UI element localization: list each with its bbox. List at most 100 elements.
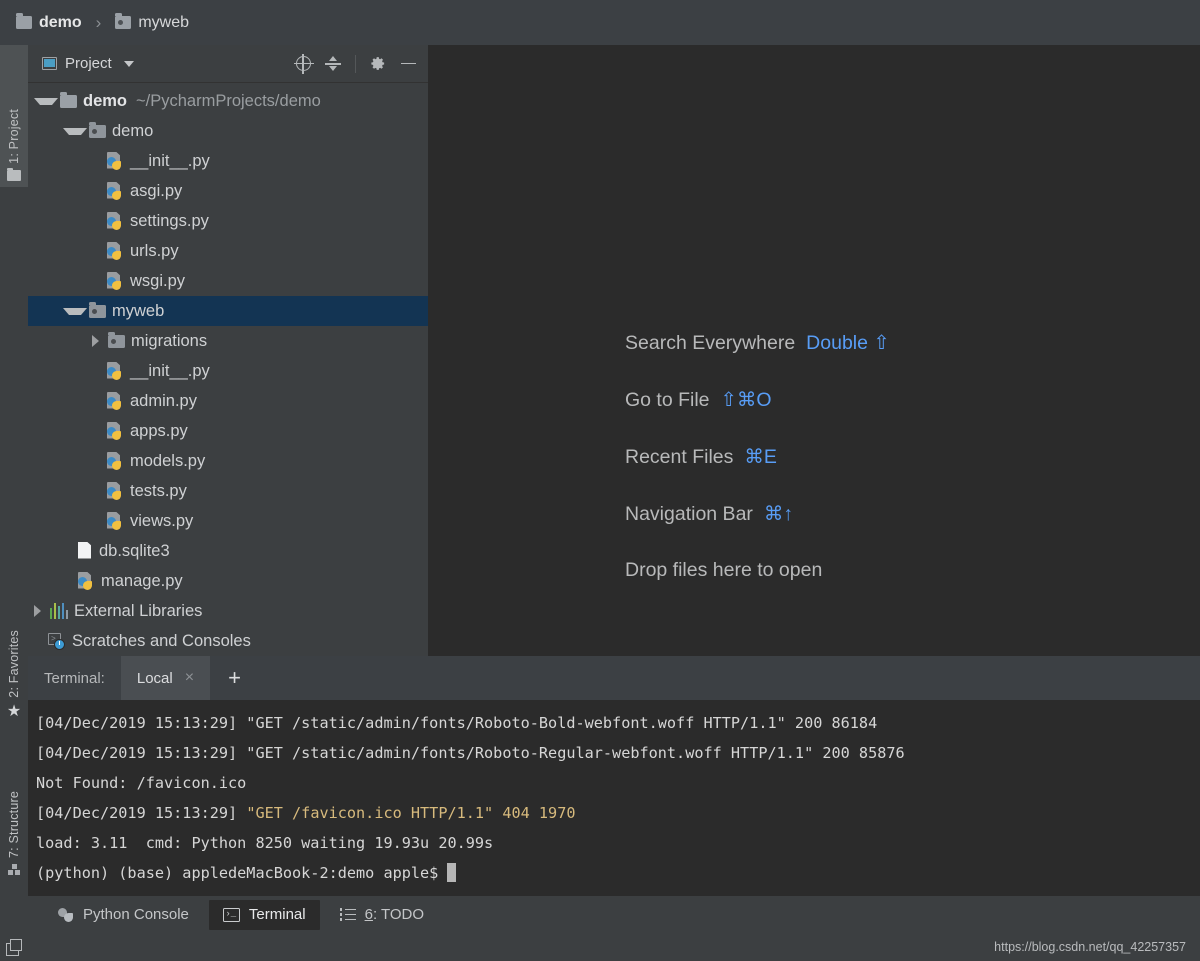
shortcut-keys: ⇧⌘O <box>721 388 772 412</box>
shortcut-label: Navigation Bar <box>625 503 753 526</box>
chevron-down-icon[interactable] <box>34 98 58 105</box>
tree-row[interactable]: db.sqlite3 <box>28 536 428 566</box>
structure-icon <box>8 864 21 875</box>
chevron-down-icon[interactable] <box>124 61 134 67</box>
tree-row-label: Scratches and Consoles <box>72 632 251 651</box>
tree-row[interactable]: > Scratches and Consoles <box>28 626 428 656</box>
collapse-all-button[interactable] <box>320 51 346 77</box>
tree-row[interactable]: wsgi.py <box>28 266 428 296</box>
python-file-icon <box>106 422 124 441</box>
tree-row-label: db.sqlite3 <box>99 542 170 561</box>
terminal-cursor <box>447 863 456 882</box>
tree-row[interactable]: asgi.py <box>28 176 428 206</box>
breadcrumb: demo › myweb <box>16 13 189 33</box>
terminal-text: Not Found: /favicon.ico <box>36 774 246 792</box>
project-view-selector[interactable]: Project <box>42 55 134 72</box>
tree-row-label: demo <box>83 92 127 111</box>
shortcut-hint-search-everywhere: Search Everywhere Double ⇧ <box>625 331 890 355</box>
breadcrumb-item-demo[interactable]: demo <box>39 14 82 32</box>
tree-row-label: asgi.py <box>130 182 182 201</box>
python-file-icon <box>106 392 124 411</box>
terminal-text: (python) (base) appledeMacBook-2:demo ap… <box>36 864 447 882</box>
tree-row[interactable]: myweb <box>28 296 428 326</box>
bottom-tab-python-console[interactable]: Python Console <box>44 900 203 930</box>
tree-row[interactable]: tests.py <box>28 476 428 506</box>
tree-row-label: admin.py <box>130 392 197 411</box>
python-file-icon <box>106 212 124 231</box>
editor-area[interactable]: Search Everywhere Double ⇧ Go to File ⇧⌘… <box>428 45 1200 656</box>
terminal-line: [04/Dec/2019 15:13:29] "GET /static/admi… <box>36 708 1190 738</box>
bottom-tab-terminal[interactable]: ›_ Terminal <box>209 900 320 930</box>
tree-row-path-hint: ~/PycharmProjects/demo <box>136 92 321 111</box>
new-terminal-tab-button[interactable]: + <box>210 656 259 700</box>
scratches-icon: > <box>48 633 66 650</box>
settings-button[interactable] <box>365 51 391 77</box>
chevron-right-icon[interactable] <box>92 335 106 347</box>
project-file-tree[interactable]: demo~/PycharmProjects/demodemo__init__.p… <box>28 83 428 659</box>
select-opened-file-icon <box>296 56 311 71</box>
sidebar-item-project[interactable]: 1: Project <box>0 45 28 187</box>
tree-row[interactable]: demo ~/PycharmProjects/demo <box>28 86 428 116</box>
tree-row[interactable]: settings.py <box>28 206 428 236</box>
chevron-right-icon: › <box>96 13 102 33</box>
chevron-down-icon[interactable] <box>63 128 87 135</box>
terminal-icon: ›_ <box>223 908 240 922</box>
terminal-window-label: Terminal: <box>28 656 121 700</box>
star-icon: ★ <box>7 704 21 720</box>
todo-suffix: : TODO <box>373 906 424 923</box>
close-icon[interactable]: × <box>185 669 194 687</box>
bottom-tab-todo[interactable]: 6: TODO <box>326 900 438 930</box>
source-folder-icon <box>89 125 106 138</box>
project-panel-title: Project <box>65 55 112 72</box>
tree-row[interactable]: demo <box>28 116 428 146</box>
tree-row[interactable]: __init__.py <box>28 146 428 176</box>
chevron-right-icon[interactable] <box>34 605 48 617</box>
python-file-icon <box>106 272 124 291</box>
collapse-all-icon <box>325 56 341 71</box>
source-folder-icon <box>89 305 106 318</box>
tree-row[interactable]: manage.py <box>28 566 428 596</box>
python-file-icon <box>106 242 124 261</box>
sidebar-item-structure-label: 7: Structure <box>7 791 21 858</box>
gear-icon <box>371 56 386 71</box>
python-file-icon <box>106 512 124 531</box>
terminal-text: "GET /favicon.ico HTTP/1.1" 404 1970 <box>246 804 575 822</box>
tree-row-label: migrations <box>131 332 207 351</box>
sidebar-item-structure[interactable]: 7: Structure <box>0 745 28 875</box>
terminal-output[interactable]: [04/Dec/2019 15:13:29] "GET /static/admi… <box>28 700 1200 896</box>
tree-row[interactable]: __init__.py <box>28 356 428 386</box>
tree-row[interactable]: External Libraries <box>28 596 428 626</box>
terminal-tool-window: Terminal: Local × + [04/Dec/2019 15:13:2… <box>28 656 1200 896</box>
tree-row[interactable]: urls.py <box>28 236 428 266</box>
folder-icon <box>16 16 32 29</box>
breadcrumb-item-myweb[interactable]: myweb <box>138 14 189 32</box>
terminal-text: [04/Dec/2019 15:13:29] <box>36 804 246 822</box>
hide-icon <box>401 63 416 65</box>
terminal-tab-bar: Terminal: Local × + <box>28 656 1200 700</box>
tree-row[interactable]: migrations <box>28 326 428 356</box>
python-file-icon <box>106 152 124 171</box>
sidebar-item-project-label: 1: Project <box>7 109 21 164</box>
tree-row-label: manage.py <box>101 572 183 591</box>
tree-row[interactable]: apps.py <box>28 416 428 446</box>
tree-row[interactable]: views.py <box>28 506 428 536</box>
terminal-tab-local[interactable]: Local × <box>121 656 210 700</box>
tree-row[interactable]: admin.py <box>28 386 428 416</box>
file-icon <box>77 542 93 561</box>
chevron-down-icon[interactable] <box>63 308 87 315</box>
bottom-tab-label: Terminal <box>249 906 306 923</box>
tree-row[interactable]: models.py <box>28 446 428 476</box>
layout-icon[interactable] <box>6 939 23 956</box>
tree-row-label: apps.py <box>130 422 188 441</box>
terminal-line: load: 3.11 cmd: Python 8250 waiting 19.9… <box>36 828 1190 858</box>
shortcut-label: Go to File <box>625 389 710 412</box>
sidebar-item-favorites[interactable]: ★ 2: Favorites <box>0 600 28 720</box>
tree-row-label: myweb <box>112 302 164 321</box>
hide-panel-button[interactable] <box>395 51 421 77</box>
editor-shortcut-hints: Search Everywhere Double ⇧ Go to File ⇧⌘… <box>625 331 890 582</box>
python-file-icon <box>77 572 95 591</box>
todo-list-icon <box>340 909 356 921</box>
select-opened-file-button[interactable] <box>290 51 316 77</box>
drop-files-hint: Drop files here to open <box>625 559 890 582</box>
status-bar: https://blog.csdn.net/qq_42257357 <box>0 933 1200 961</box>
